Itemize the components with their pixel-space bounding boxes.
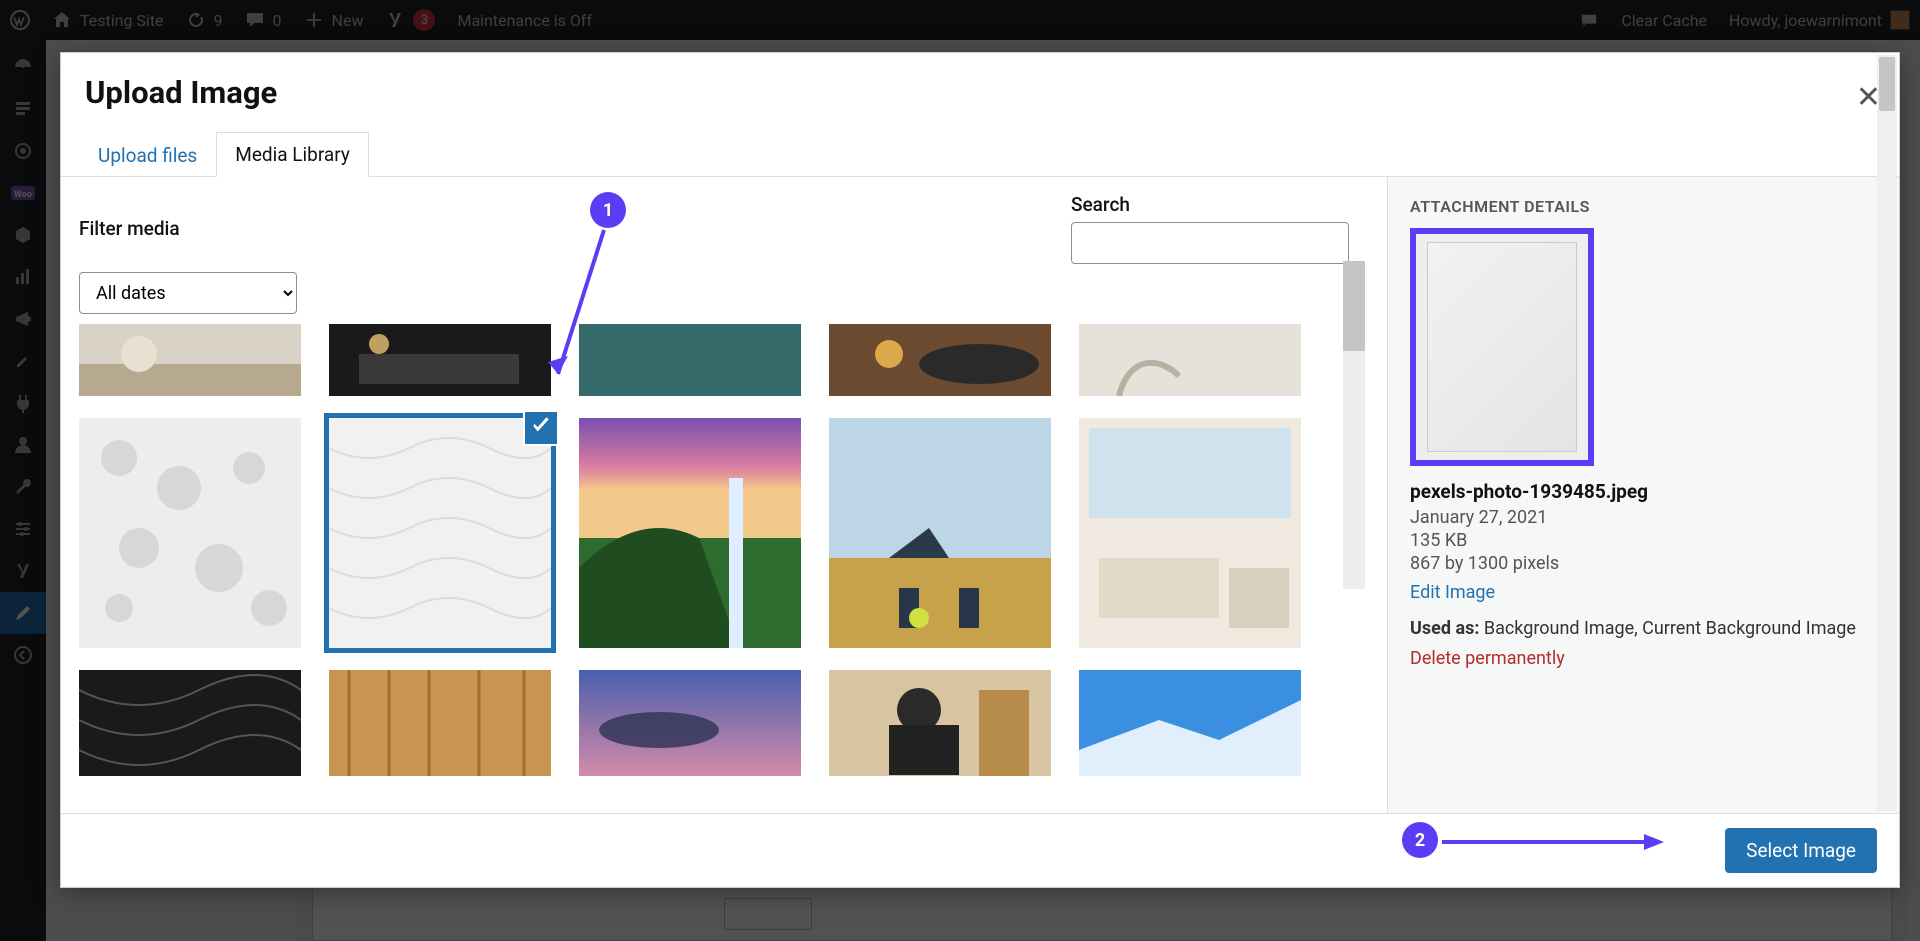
tabs: Upload files Media Library: [61, 131, 1899, 177]
filter-dates-select[interactable]: All dates: [79, 272, 297, 314]
used-as-label: Used as:: [1410, 618, 1479, 639]
attachment-details-heading: ATTACHMENT DETAILS: [1410, 197, 1877, 216]
media-item[interactable]: [829, 418, 1051, 648]
attachment-dimensions: 867 by 1300 pixels: [1410, 553, 1877, 574]
media-grid: [79, 324, 1375, 776]
grid-scrollbar[interactable]: [1343, 261, 1365, 589]
media-item-selected[interactable]: [329, 418, 551, 648]
attachment-preview: [1410, 228, 1594, 466]
attachment-used-as: Used as: Background Image, Current Backg…: [1410, 615, 1877, 642]
media-item[interactable]: [829, 324, 1051, 396]
selected-check[interactable]: [523, 410, 559, 446]
media-item[interactable]: [79, 418, 301, 648]
media-item[interactable]: [1079, 670, 1301, 776]
check-icon: [530, 415, 552, 441]
tab-upload-files[interactable]: Upload files: [79, 133, 216, 177]
media-item[interactable]: [79, 324, 301, 396]
delete-permanently-link[interactable]: Delete permanently: [1410, 648, 1565, 669]
media-item[interactable]: [1079, 324, 1301, 396]
media-item[interactable]: [579, 324, 801, 396]
attachment-date: January 27, 2021: [1410, 507, 1877, 528]
media-item[interactable]: [79, 670, 301, 776]
edit-image-link[interactable]: Edit Image: [1410, 582, 1495, 603]
media-item[interactable]: [329, 670, 551, 776]
media-item[interactable]: [579, 418, 801, 648]
modal-scrollbar-thumb[interactable]: [1879, 57, 1895, 111]
media-grid-scroll[interactable]: [61, 324, 1387, 879]
used-as-value: Background Image, Current Background Ima…: [1479, 618, 1856, 639]
attachment-details: ATTACHMENT DETAILS pexels-photo-1939485.…: [1387, 177, 1899, 879]
modal-footer: Select Image: [61, 813, 1899, 887]
search-label: Search: [1071, 193, 1130, 216]
filter-media-label: Filter media: [79, 217, 180, 240]
grid-scrollbar-thumb[interactable]: [1343, 261, 1365, 351]
media-item[interactable]: [579, 670, 801, 776]
media-item[interactable]: [1079, 418, 1301, 648]
media-modal: Upload Image ✕ Upload files Media Librar…: [60, 52, 1900, 888]
attachment-filename: pexels-photo-1939485.jpeg: [1410, 480, 1877, 503]
media-item[interactable]: [329, 324, 551, 396]
search-input[interactable]: [1071, 222, 1349, 264]
tab-media-library[interactable]: Media Library: [216, 132, 369, 177]
attachment-filesize: 135 KB: [1410, 530, 1877, 551]
select-image-button[interactable]: Select Image: [1725, 828, 1877, 873]
media-item[interactable]: [829, 670, 1051, 776]
modal-scrollbar[interactable]: [1877, 55, 1897, 811]
modal-title: Upload Image: [85, 74, 277, 111]
